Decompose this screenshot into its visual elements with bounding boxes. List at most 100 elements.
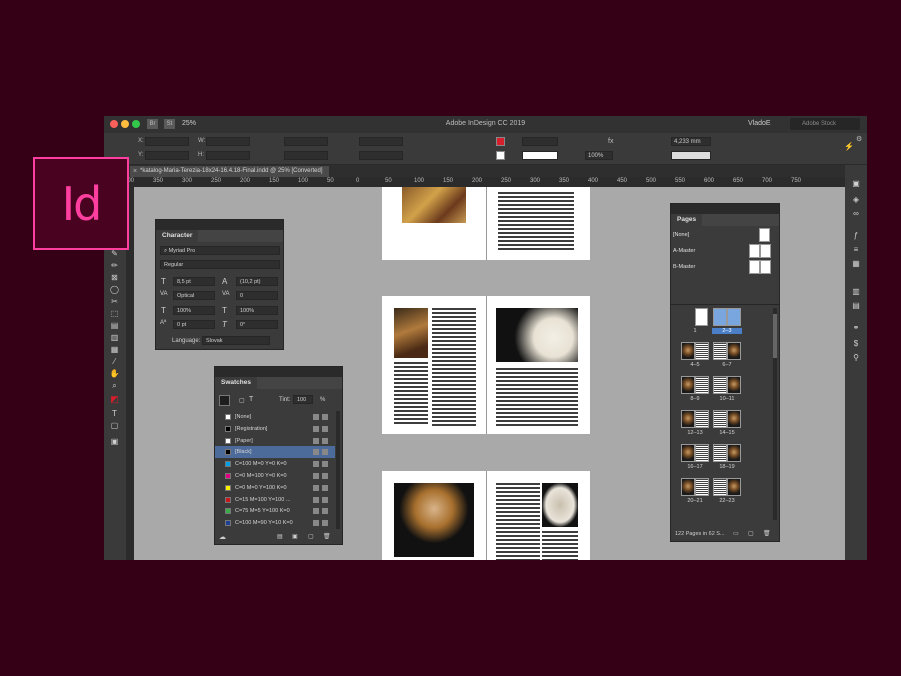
font-family-select[interactable]: ⌕ Myriad Pro <box>160 246 280 255</box>
image-frame[interactable] <box>496 308 578 362</box>
normal-mode-icon[interactable]: ▢ <box>109 421 120 430</box>
swatch-row[interactable]: C=15 M=100 Y=100 ... <box>215 494 335 506</box>
page-thumbnail[interactable]: 18–19 <box>711 444 743 476</box>
links-icon[interactable]: ∞ <box>851 209 861 218</box>
hyperlinks-icon[interactable]: ⚲ <box>851 353 861 362</box>
text-frame[interactable] <box>432 308 476 426</box>
swatches-tab[interactable]: Swatches <box>215 377 257 389</box>
user-menu[interactable]: VladoE <box>748 120 771 127</box>
rectangle-frame-icon[interactable]: ⊠ <box>109 273 120 282</box>
scrollbar-thumb[interactable] <box>773 314 777 358</box>
scissors-tool-icon[interactable]: ✂ <box>109 297 120 306</box>
hand-tool-icon[interactable]: ✋ <box>109 369 120 378</box>
page-thumbnail[interactable]: 20–21 <box>679 478 711 510</box>
horizontal-scale-input[interactable]: 100% <box>236 306 278 315</box>
kerning-select[interactable]: Optical <box>173 291 215 300</box>
fill-stroke-icon[interactable] <box>219 395 230 406</box>
color-panel-icon[interactable]: ⚭ <box>851 323 861 332</box>
page-thumbnail[interactable]: 22–23 <box>711 478 743 510</box>
folder-icon[interactable]: ▣ <box>292 533 298 540</box>
panel-header[interactable] <box>156 220 283 230</box>
effects-icon[interactable]: fx <box>608 138 613 145</box>
panel-header[interactable] <box>215 367 342 377</box>
pencil-tool-icon[interactable]: ✏ <box>109 261 120 270</box>
swatch-scrollbar[interactable] <box>336 411 340 529</box>
gear-icon[interactable]: ⚙ <box>856 135 862 143</box>
swatch-row[interactable]: C=0 M=100 Y=0 K=0 <box>215 470 335 482</box>
free-transform-icon[interactable]: ⬚ <box>109 309 120 318</box>
effects-panel-icon[interactable]: ƒ <box>851 231 861 240</box>
stroke-value-input[interactable]: 4,233 mm <box>671 137 711 146</box>
swatch-row[interactable]: C=75 M=5 Y=100 K=0 <box>215 505 335 517</box>
h-input[interactable] <box>206 151 250 160</box>
leading-input[interactable]: (10,2 pt) <box>236 277 278 286</box>
w-input[interactable] <box>206 137 250 146</box>
skew-input[interactable]: 0° <box>236 320 278 329</box>
swatch-row[interactable]: [Registration] <box>215 423 335 435</box>
fill-stroke-icon[interactable]: ◩ <box>109 395 120 404</box>
font-size-input[interactable]: 8,5 pt <box>173 277 215 286</box>
master-row-none[interactable]: [None] <box>671 228 779 244</box>
text-frame[interactable] <box>496 483 540 560</box>
swatch-row[interactable]: [Black] <box>215 446 335 459</box>
tracking-select[interactable]: 0 <box>236 291 278 300</box>
x-input[interactable] <box>145 137 189 146</box>
page-thumbnail[interactable]: 8–9 <box>679 376 711 408</box>
master-row-a[interactable]: A-Master <box>671 244 779 260</box>
pen-tool-icon[interactable]: ✎ <box>109 249 120 258</box>
cloud-icon[interactable]: ☁ <box>219 533 226 541</box>
note-tool-icon[interactable]: ▦ <box>109 345 120 354</box>
text-frame[interactable] <box>498 192 574 250</box>
page-thumbnail[interactable]: 10–11 <box>711 376 743 408</box>
stock-search-input[interactable]: Adobe Stock <box>790 118 860 130</box>
text-frame[interactable] <box>394 362 428 426</box>
text-frame[interactable] <box>542 531 578 560</box>
fill-swatch[interactable] <box>496 137 505 146</box>
stroke-type-select[interactable] <box>522 151 558 160</box>
image-frame[interactable] <box>394 483 474 557</box>
eyedropper-icon[interactable]: ⁄ <box>109 357 120 366</box>
page-spread[interactable] <box>382 471 590 560</box>
vertical-scale-input[interactable]: 100% <box>173 306 215 315</box>
page-thumbnail[interactable]: 1 <box>679 308 711 340</box>
gradient-feather-icon[interactable]: ▥ <box>109 333 120 342</box>
new-page-icon[interactable]: ▢ <box>748 530 754 537</box>
character-tab[interactable]: Character <box>156 230 199 242</box>
font-style-select[interactable]: Regular <box>160 260 280 269</box>
master-row-b[interactable]: B-Master <box>671 260 779 276</box>
align-panel-icon[interactable]: ▥ <box>851 287 861 296</box>
page-thumbnail[interactable]: 12–13 <box>679 410 711 442</box>
text-frame[interactable] <box>496 368 578 426</box>
corner-options-select[interactable] <box>671 151 711 160</box>
tint-input[interactable]: 100 <box>293 395 313 404</box>
page-thumbnail[interactable]: 14–15 <box>711 410 743 442</box>
page-thumbnail[interactable]: 4–5 <box>679 342 711 374</box>
page-size-icon[interactable]: ▭ <box>733 530 739 537</box>
y-input[interactable] <box>145 151 189 160</box>
page-thumbnail[interactable]: 2–3 <box>711 308 743 340</box>
image-frame[interactable] <box>402 187 466 223</box>
ellipse-tool-icon[interactable]: ◯ <box>109 285 120 294</box>
page-spread[interactable] <box>382 187 590 260</box>
zoom-tool-icon[interactable]: ⌕ <box>109 381 120 390</box>
scale-y-input[interactable] <box>284 151 328 160</box>
lightning-icon[interactable]: ⚡ <box>844 142 854 151</box>
stroke-weight-input[interactable] <box>522 137 558 146</box>
trash-icon[interactable]: 🗑 <box>323 533 331 540</box>
image-frame[interactable] <box>394 308 428 358</box>
layers-icon[interactable]: ◈ <box>851 195 861 204</box>
image-frame[interactable] <box>542 483 578 527</box>
pages-scrollbar[interactable] <box>773 308 777 520</box>
swatch-row[interactable]: C=100 M=0 Y=0 K=0 <box>215 458 335 470</box>
swatch-row[interactable]: C=100 M=90 Y=10 K=0 <box>215 517 335 529</box>
baseline-shift-input[interactable]: 0 pt <box>173 320 215 329</box>
pages-tab[interactable]: Pages <box>671 214 703 226</box>
swatch-view-icon[interactable]: ▤ <box>277 533 283 540</box>
page-spread[interactable] <box>382 296 590 434</box>
properties-icon[interactable]: ▣ <box>851 179 861 188</box>
new-swatch-icon[interactable]: ▢ <box>308 533 314 540</box>
swatches-panel-icon[interactable]: ▦ <box>851 259 861 268</box>
shear-input[interactable] <box>359 151 403 160</box>
panel-header[interactable] <box>671 204 779 214</box>
container-icon[interactable]: ▢ <box>239 397 245 404</box>
